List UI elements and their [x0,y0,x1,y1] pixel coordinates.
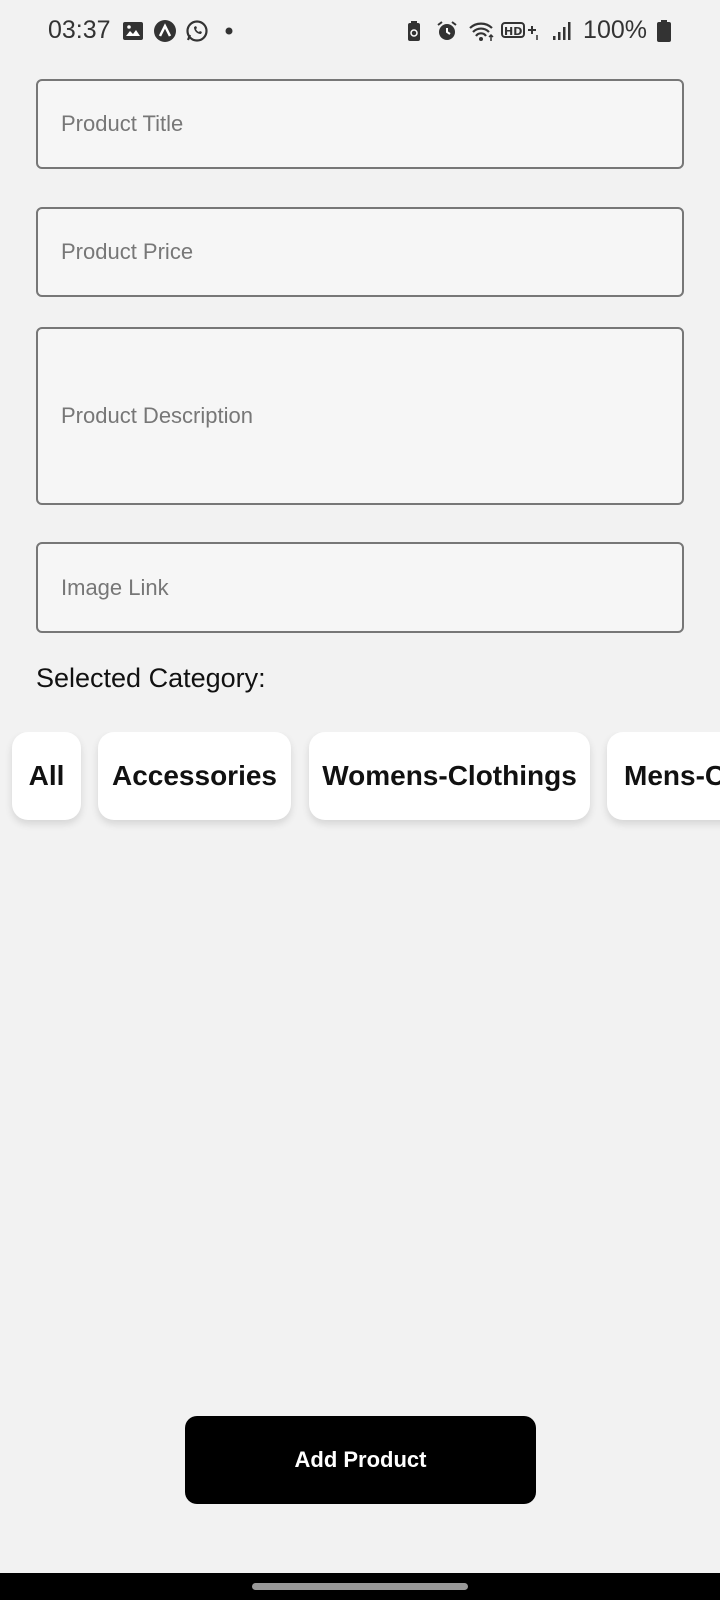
gallery-icon [121,19,145,43]
product-description-field[interactable] [36,327,684,505]
category-chip-list[interactable]: All Accessories Womens-Clothings Mens-Cl… [0,732,720,832]
add-product-screen: 03:37 HD 100% Product Title Product Pric… [0,0,720,1600]
product-price-field[interactable] [36,207,684,297]
battery-saver-icon [402,19,426,43]
aurora-icon [153,19,177,43]
category-chip-accessories[interactable]: Accessories [98,732,291,820]
notification-icons [121,19,241,43]
product-title-field[interactable] [36,79,684,169]
status-bar: 03:37 HD 100% [0,0,720,64]
alarm-icon [435,19,459,43]
category-chip-mens-clothings[interactable]: Mens-Clothings [607,732,720,820]
hd-plus-icon: HD [501,19,541,43]
image-link-input[interactable] [61,574,682,601]
wifi-icon [468,19,494,43]
product-title-input[interactable] [61,111,682,137]
signal-icon [550,19,574,43]
product-price-input[interactable] [61,239,682,265]
image-link-field[interactable] [36,542,684,633]
add-product-button[interactable]: Add Product [185,1416,536,1504]
svg-text:HD: HD [504,25,522,38]
battery-percent: 100% [583,16,647,44]
selected-category-label: Selected Category: [36,663,266,693]
product-description-input[interactable] [61,403,682,429]
dot-icon [217,19,241,43]
home-gesture-handle[interactable] [252,1583,468,1590]
whatsapp-icon [185,19,209,43]
status-time: 03:37 [48,16,111,44]
category-chip-womens-clothings[interactable]: Womens-Clothings [309,732,590,820]
system-status-icons: HD 100% [402,16,672,45]
battery-icon [656,19,672,43]
category-chip-all[interactable]: All [12,732,81,820]
navigation-bar [0,1573,720,1600]
